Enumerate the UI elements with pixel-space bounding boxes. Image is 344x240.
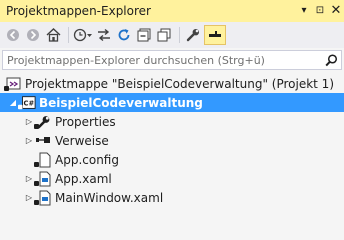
refresh-icon[interactable]: [115, 25, 133, 45]
expand-arrow-icon[interactable]: ▷: [24, 117, 34, 126]
tree-item-label: Properties: [55, 114, 116, 129]
expand-arrow-icon[interactable]: ▷: [24, 174, 34, 183]
title-bar[interactable]: Projektmappen-Explorer ▾ ⊡ ✕: [0, 0, 344, 22]
tree-item-app-xaml[interactable]: ▷ App.xaml: [0, 169, 344, 188]
tree-item-properties[interactable]: ▷ Properties: [0, 112, 344, 131]
tree-item-label: Projektmappe "BeispielCodeverwaltung" (P…: [25, 76, 334, 91]
toolbar-separator: [179, 27, 180, 43]
solution-explorer-panel: Projektmappen-Explorer ▾ ⊡ ✕ Projektmapp…: [0, 0, 344, 214]
properties-icon[interactable]: [184, 25, 202, 45]
search-icon[interactable]: [321, 53, 341, 67]
search-box: [2, 50, 342, 70]
config-file-icon: [34, 152, 52, 168]
tree-item-references[interactable]: ▷ Verweise: [0, 131, 344, 150]
tree-item-app-config[interactable]: App.config: [0, 150, 344, 169]
collapse-arrow-icon[interactable]: ◢: [8, 98, 18, 107]
home-icon[interactable]: [44, 25, 62, 45]
expand-arrow-icon[interactable]: ▷: [24, 193, 34, 202]
expand-arrow-icon[interactable]: ▷: [24, 136, 34, 145]
collapse-all-icon[interactable]: [135, 25, 153, 45]
auto-hide-pin-icon[interactable]: ⊡: [312, 0, 328, 22]
forward-icon[interactable]: [24, 25, 42, 45]
xaml-file-icon: [34, 171, 52, 187]
tree-item-label: MainWindow.xaml: [55, 190, 164, 205]
tree-item-label: App.config: [55, 152, 119, 167]
toolbar: [0, 22, 344, 48]
preview-selected-items-icon[interactable]: [204, 25, 226, 45]
references-icon: [34, 133, 52, 149]
search-input[interactable]: [3, 50, 321, 70]
back-icon[interactable]: [4, 25, 22, 45]
toolbar-separator: [68, 27, 69, 43]
tree-item-mainwindow-xaml[interactable]: ▷ MainWindow.xaml: [0, 188, 344, 207]
tree-item-label: Verweise: [55, 133, 109, 148]
pending-changes-filter-icon[interactable]: [73, 25, 93, 45]
solution-icon: [4, 76, 22, 92]
panel-title: Projektmappen-Explorer: [6, 4, 151, 18]
show-all-files-icon[interactable]: [155, 25, 173, 45]
csharp-project-icon: C#: [18, 95, 36, 111]
solution-tree: Projektmappe "BeispielCodeverwaltung" (P…: [0, 74, 344, 207]
tree-item-label: App.xaml: [55, 171, 112, 186]
svg-text:C#: C#: [23, 99, 34, 107]
window-position-dropdown-icon[interactable]: ▾: [296, 0, 312, 22]
tree-item-label: BeispielCodeverwaltung: [39, 95, 203, 110]
sync-with-document-icon[interactable]: [95, 25, 113, 45]
tree-item-solution[interactable]: Projektmappe "BeispielCodeverwaltung" (P…: [0, 74, 344, 93]
wrench-icon: [34, 114, 52, 130]
close-icon[interactable]: ✕: [328, 0, 344, 22]
tree-item-project[interactable]: ◢ C# BeispielCodeverwaltung: [0, 93, 344, 112]
xaml-file-icon: [34, 190, 52, 206]
